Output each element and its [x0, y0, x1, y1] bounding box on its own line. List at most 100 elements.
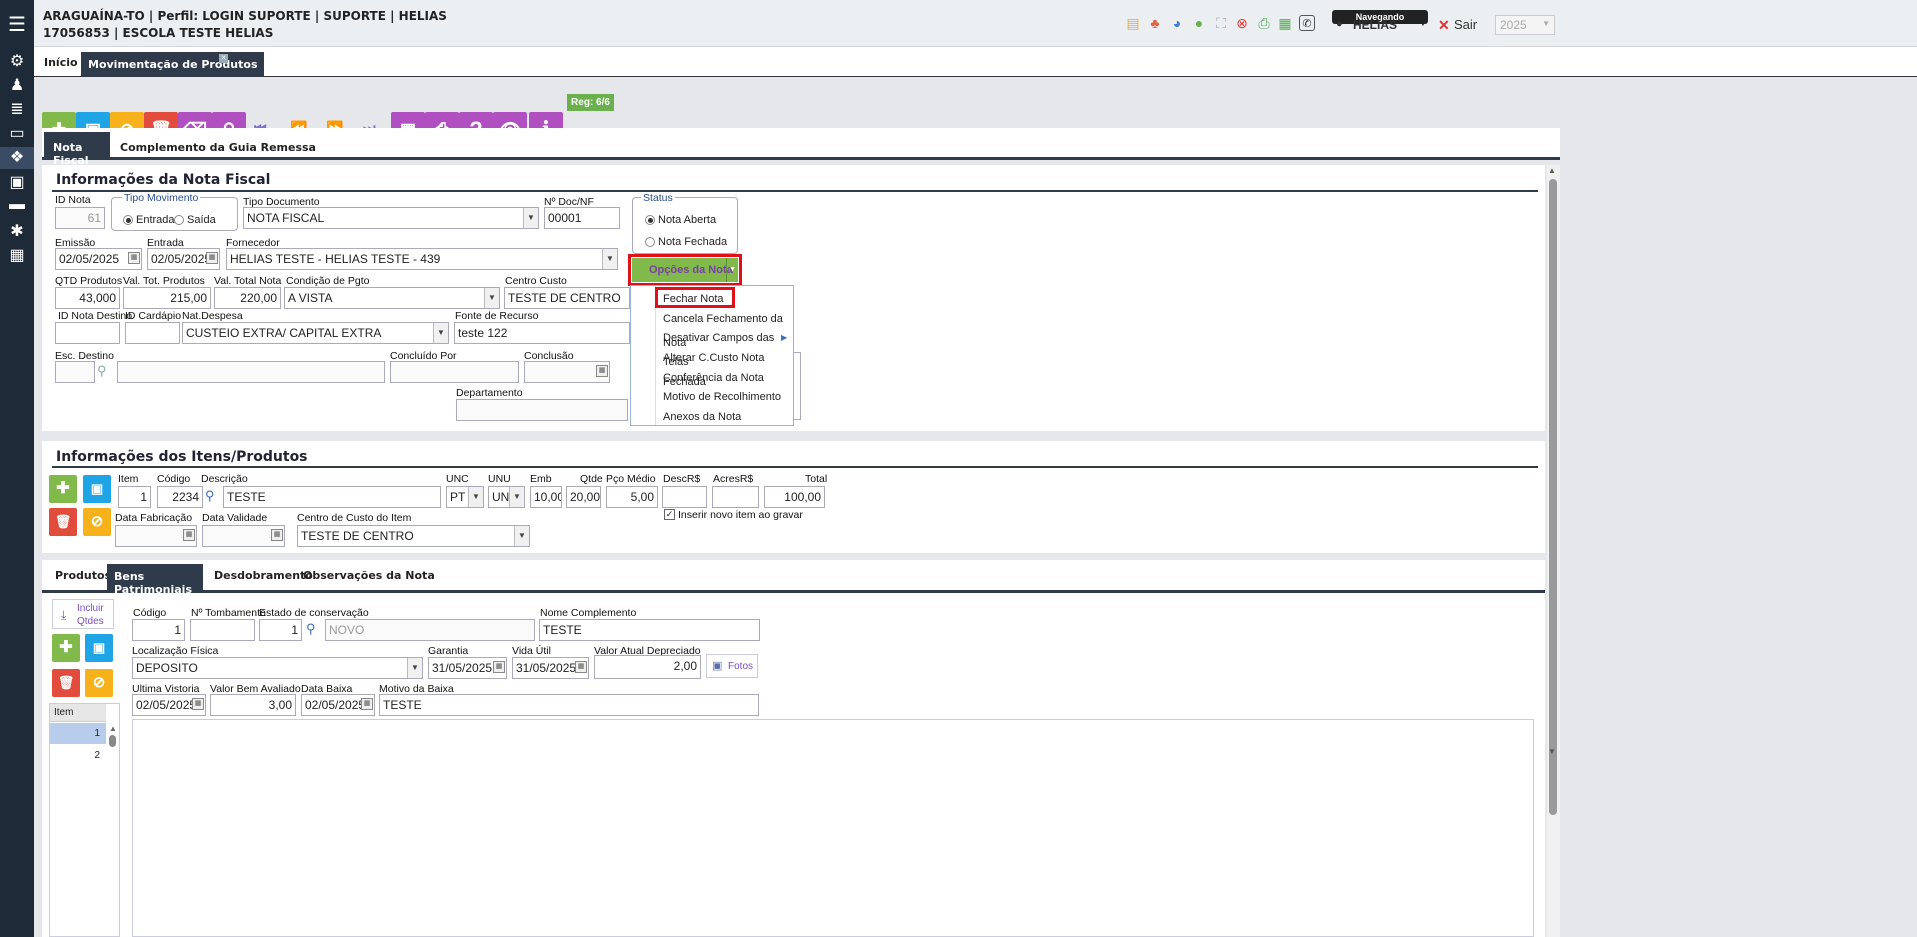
- caret-down-icon[interactable]: ▼: [726, 258, 738, 282]
- fullscreen-icon[interactable]: ⛶: [1213, 15, 1229, 31]
- search-icon[interactable]: ⚲: [97, 363, 107, 379]
- bens-delete-button[interactable]: 🗑: [52, 669, 80, 697]
- tab-nota-fiscal[interactable]: Nota Fiscal: [44, 132, 110, 167]
- cond-pgto-select[interactable]: A VISTA ▼: [284, 287, 500, 309]
- bens-cancel-button[interactable]: ⊘: [85, 669, 113, 697]
- pie-chart-icon[interactable]: ◕: [1169, 15, 1185, 31]
- user-name[interactable]: HELIAS: [1353, 18, 1397, 32]
- esc-destino-id-field[interactable]: [55, 361, 95, 383]
- conclusao-field[interactable]: ▦: [524, 361, 610, 383]
- tab-desdobramento[interactable]: Desdobramento: [214, 569, 313, 582]
- fornecedor-select[interactable]: HELIAS TESTE - HELIAS TESTE - 439 ▼: [226, 248, 618, 270]
- item-field[interactable]: 1: [118, 486, 151, 508]
- estado-field[interactable]: NOVO: [325, 619, 535, 641]
- data-fabricacao-field[interactable]: ▦: [115, 525, 197, 547]
- calendar-icon[interactable]: ▦: [128, 252, 140, 264]
- scroll-down-icon[interactable]: ▼: [1548, 747, 1556, 756]
- localizacao-select[interactable]: DEPOSITO ▼: [132, 657, 423, 679]
- nome-complemento-field[interactable]: TESTE: [539, 619, 760, 641]
- codigo-field[interactable]: 2234: [157, 486, 203, 508]
- grid-scrollbar[interactable]: ▲: [109, 724, 119, 754]
- dropbox-icon[interactable]: ❖: [0, 147, 34, 169]
- id-cardapio-field[interactable]: [125, 322, 180, 344]
- vida-util-field[interactable]: 31/05/2025 ▦: [512, 657, 589, 679]
- scroll-thumb[interactable]: [1549, 179, 1557, 815]
- valnota-field[interactable]: 220,00: [214, 287, 281, 309]
- fotos-button[interactable]: ▣ Fotos: [706, 654, 758, 678]
- fonte-recurso-field[interactable]: teste 122: [454, 322, 630, 344]
- calendar-icon[interactable]: ▦: [192, 698, 204, 710]
- descricao-field[interactable]: TESTE: [223, 486, 441, 508]
- user-dropdown-icon[interactable]: ▼: [1419, 19, 1427, 28]
- esc-destino-name-field[interactable]: [117, 361, 385, 383]
- hamburger-menu-icon[interactable]: ☰: [0, 12, 34, 37]
- qtde-field[interactable]: 20,00: [566, 486, 601, 508]
- entrada-data-field[interactable]: 02/05/2025 ▦: [147, 248, 220, 270]
- data-validade-field[interactable]: ▦: [202, 525, 285, 547]
- item-add-button[interactable]: ✚: [49, 475, 77, 503]
- id-nota-field[interactable]: 61: [55, 207, 105, 229]
- people-icon[interactable]: ♣: [1147, 15, 1163, 31]
- unu-select[interactable]: UN ▼: [488, 486, 525, 508]
- valor-avaliado-field[interactable]: 3,00: [210, 694, 296, 716]
- data-baixa-field[interactable]: 02/05/2025 ▦: [301, 694, 375, 716]
- exit-link[interactable]: Sair: [1454, 17, 1477, 32]
- radio-nota-aberta[interactable]: Nota Aberta: [645, 214, 716, 226]
- close-circle-icon[interactable]: ⊗: [1234, 15, 1250, 31]
- grid-row[interactable]: 1: [50, 723, 106, 744]
- calendar-icon[interactable]: ▦: [575, 661, 587, 673]
- list-icon[interactable]: ≣: [0, 99, 34, 119]
- item-save-button[interactable]: ▣: [83, 475, 111, 503]
- search-icon[interactable]: ⚲: [205, 488, 215, 504]
- tab-produtos[interactable]: Produtos: [55, 569, 111, 582]
- incluir-qtdes-button[interactable]: ⤓ Incluir Qtdes: [52, 599, 114, 629]
- calendar-icon[interactable]: ▦: [183, 529, 195, 541]
- calendar-icon[interactable]: ▦: [361, 698, 373, 710]
- concluido-por-field[interactable]: [390, 361, 519, 383]
- tab-observacoes[interactable]: Observações da Nota: [303, 569, 435, 582]
- id-nota-destino-field[interactable]: [55, 322, 120, 344]
- whatsapp-icon[interactable]: ✆: [1299, 15, 1315, 31]
- tab-complemento-guia[interactable]: Complemento da Guia Remessa: [120, 141, 316, 154]
- calendar-icon[interactable]: ▦: [493, 661, 505, 673]
- radio-nota-fechada[interactable]: Nota Fechada: [645, 236, 727, 248]
- card-icon[interactable]: ▭: [0, 123, 34, 143]
- opcoes-nota-button[interactable]: Opções da Nota ▼: [632, 258, 738, 282]
- search-icon[interactable]: ⚲: [306, 621, 316, 637]
- table-icon[interactable]: ▦: [0, 245, 34, 265]
- unc-select[interactable]: PT ▼: [446, 486, 484, 508]
- bus-icon[interactable]: ▣: [0, 172, 34, 192]
- bens-codigo-field[interactable]: 1: [132, 619, 185, 641]
- chat-icon[interactable]: ●: [1191, 15, 1207, 31]
- radio-saida[interactable]: Saída: [174, 214, 216, 226]
- print-icon[interactable]: ⎙: [1256, 15, 1272, 31]
- pco-medio-field[interactable]: 5,00: [606, 486, 658, 508]
- garantia-field[interactable]: 31/05/2025 ▦: [428, 657, 507, 679]
- tombamento-field[interactable]: [190, 619, 255, 641]
- item-delete-button[interactable]: 🗑: [49, 508, 77, 536]
- descr-field[interactable]: [662, 486, 707, 508]
- bens-add-button[interactable]: ✚: [52, 634, 80, 662]
- calendar-icon[interactable]: ▦: [206, 252, 218, 264]
- valtot-field[interactable]: 215,00: [123, 287, 211, 309]
- gear-icon[interactable]: ✱: [0, 221, 34, 241]
- tipo-documento-select[interactable]: NOTA FISCAL ▼: [243, 207, 539, 229]
- tab-inicio[interactable]: Início: [44, 56, 78, 69]
- estado-id-field[interactable]: 1: [259, 619, 302, 641]
- departamento-field[interactable]: [456, 399, 628, 421]
- novo-item-checkbox[interactable]: ✓: [664, 509, 675, 520]
- tab-bens-patrimoniais[interactable]: Bens Patrimoniais: [107, 564, 203, 596]
- calendar-icon[interactable]: ▦: [271, 529, 283, 541]
- cc-item-select[interactable]: TESTE DE CENTRO ▼: [297, 525, 530, 547]
- item-cancel-button[interactable]: ⊘: [83, 508, 111, 536]
- notes-icon[interactable]: ▤: [1125, 15, 1141, 31]
- menu-anexos[interactable]: Anexos da Nota: [631, 405, 794, 429]
- total-field[interactable]: 100,00: [764, 486, 825, 508]
- ultima-vistoria-field[interactable]: 02/05/2025 ▦: [132, 694, 206, 716]
- nat-despesa-select[interactable]: CUSTEIO EXTRA/ CAPITAL EXTRA ▼: [182, 322, 449, 344]
- centro-custo-field[interactable]: TESTE DE CENTRO: [504, 287, 630, 309]
- page-scrollbar[interactable]: ▲ ▼: [1547, 165, 1560, 937]
- emb-field[interactable]: 10,00: [530, 486, 562, 508]
- bens-save-button[interactable]: ▣: [85, 634, 113, 662]
- observacao-textarea[interactable]: [132, 719, 1534, 937]
